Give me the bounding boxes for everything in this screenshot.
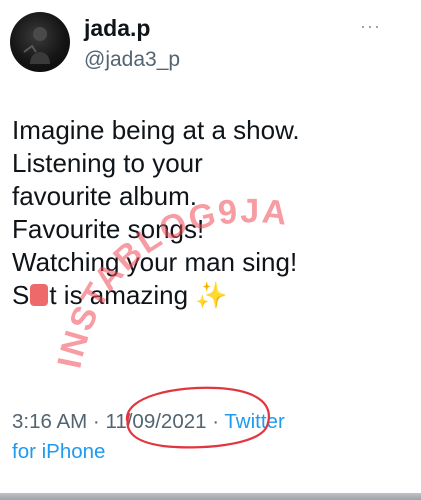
- tweet-date[interactable]: 11/09/2021: [105, 410, 206, 433]
- tweet-meta: 3:16 AM · 11/09/2021 · Twitter for iPhon…: [12, 407, 412, 467]
- more-dots-icon[interactable]: ···: [360, 16, 381, 36]
- meta-separator: ·: [212, 410, 220, 433]
- tweet-line: Imagine being at a show.: [12, 115, 300, 145]
- sparkles-icon: ✨: [195, 280, 228, 310]
- tweet-line-prefix: S: [12, 280, 30, 310]
- tweet-card: jada.p @jada3_p ··· Imagine being at a s…: [0, 0, 421, 500]
- tweet-line: favourite album.: [12, 181, 197, 211]
- tweet-line: Favourite songs!: [12, 214, 205, 244]
- source-link-cont[interactable]: for iPhone: [12, 440, 105, 463]
- tweet-line-last: St is amazing ✨: [12, 279, 412, 312]
- tweet-line: Watching your man sing!: [12, 247, 298, 277]
- tweet-line: Listening to your: [12, 148, 203, 178]
- source-link[interactable]: Twitter: [224, 410, 284, 433]
- avatar-photo-icon: [23, 27, 50, 64]
- tweet-line-suffix: t is amazing: [49, 280, 189, 310]
- author-names: jada.p @jada3_p: [84, 14, 180, 74]
- redaction-mark: [30, 284, 49, 306]
- bottom-edge: [0, 493, 421, 500]
- tweet-text: Imagine being at a show. Listening to yo…: [12, 114, 412, 312]
- tweet-time[interactable]: 3:16 AM: [12, 410, 87, 433]
- meta-separator: ·: [92, 410, 100, 433]
- display-name[interactable]: jada.p: [84, 14, 180, 42]
- tweet-header: jada.p @jada3_p ···: [10, 12, 411, 76]
- user-handle[interactable]: @jada3_p: [84, 46, 180, 74]
- avatar[interactable]: [10, 12, 70, 72]
